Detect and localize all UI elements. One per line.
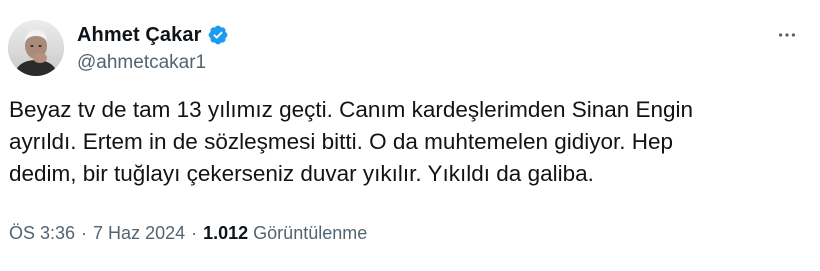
tweet-timestamp-link[interactable]: ÖS 3:36 · 7 Haz 2024: [9, 223, 185, 244]
author-name-row: Ahmet Çakar: [77, 22, 229, 48]
views-count: 1.012: [203, 223, 249, 243]
author-handle[interactable]: @ahmetcakar1: [77, 52, 229, 74]
tweet-text: Beyaz tv de tam 13 yılımız geçti. Canım …: [9, 97, 694, 186]
avatar-photo: [8, 20, 64, 76]
author-block: Ahmet Çakar @ahmetcakar1: [77, 22, 229, 74]
avatar[interactable]: [8, 20, 64, 76]
tweet-views-link[interactable]: 1.012 Görüntülenme: [203, 223, 367, 244]
tweet-time: ÖS 3:36: [9, 223, 76, 243]
tweet-card: Ahmet Çakar @ahmetcakar1 Beyaz tv de tam…: [0, 0, 820, 271]
more-horizontal-icon: [778, 33, 796, 37]
more-options-button[interactable]: [774, 22, 800, 48]
verified-badge-icon: [207, 24, 229, 46]
author-display-name[interactable]: Ahmet Çakar: [77, 24, 201, 47]
tweet-meta: ÖS 3:36 · 7 Haz 2024 · 1.012 Görüntülenme: [9, 223, 367, 244]
meta-separator: ·: [191, 223, 198, 243]
views-label: Görüntülenme: [253, 223, 368, 243]
meta-separator: ·: [81, 223, 88, 243]
tweet-date: 7 Haz 2024: [93, 223, 186, 243]
